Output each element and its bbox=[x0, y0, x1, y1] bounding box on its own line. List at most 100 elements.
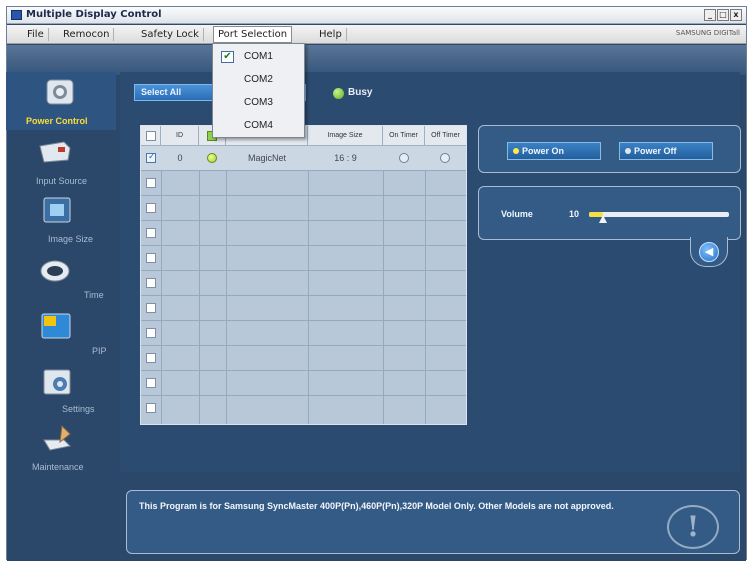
image-size-icon bbox=[43, 197, 71, 223]
off-timer-indicator bbox=[440, 153, 450, 163]
header-checkbox[interactable] bbox=[146, 131, 156, 141]
port-selection-menu: ✔ COM1 COM2 COM3 COM4 bbox=[212, 43, 305, 138]
sidebar: Power Control Input Source Image Size Ti… bbox=[6, 72, 116, 472]
header-on-timer: On Timer bbox=[383, 126, 425, 146]
power-on-button[interactable]: Power On bbox=[507, 142, 601, 160]
row-image-size: 16 : 9 bbox=[334, 153, 357, 163]
row-checkbox[interactable] bbox=[146, 278, 156, 288]
row-checkbox[interactable] bbox=[146, 303, 156, 313]
volume-slider[interactable] bbox=[589, 212, 729, 217]
busy-label: Busy bbox=[348, 87, 373, 98]
checked-icon: ✔ bbox=[221, 51, 234, 63]
power-off-button[interactable]: Power Off bbox=[619, 142, 713, 160]
time-icon bbox=[40, 260, 70, 282]
power-off-led-icon bbox=[625, 148, 631, 154]
port-option-com3[interactable]: COM3 bbox=[213, 92, 304, 114]
row-checkbox[interactable] bbox=[146, 328, 156, 338]
sidebar-item-settings[interactable]: Settings bbox=[6, 364, 116, 422]
sidebar-item-label: Image Size bbox=[48, 234, 94, 244]
sidebar-item-image-size[interactable]: Image Size bbox=[6, 192, 116, 250]
table-row[interactable] bbox=[141, 221, 466, 246]
menu-bar: File Remocon Safety Lock Port Selection … bbox=[7, 25, 746, 44]
port-option-com4[interactable]: COM4 bbox=[213, 115, 304, 137]
port-option-com2[interactable]: COM2 bbox=[213, 69, 304, 91]
table-row[interactable] bbox=[141, 246, 466, 271]
volume-panel: Volume 10 bbox=[478, 186, 741, 240]
close-button[interactable]: x bbox=[730, 9, 742, 21]
table-row[interactable] bbox=[141, 396, 466, 421]
sidebar-item-label: PIP bbox=[92, 346, 107, 356]
row-checkbox[interactable]: ✓ bbox=[146, 152, 156, 163]
info-icon: ! bbox=[667, 505, 719, 549]
row-checkbox[interactable] bbox=[146, 253, 156, 263]
compatibility-message: This Program is for Samsung SyncMaster 4… bbox=[139, 501, 614, 511]
row-checkbox[interactable] bbox=[146, 353, 156, 363]
pip-icon bbox=[41, 313, 71, 339]
row-checkbox[interactable] bbox=[146, 228, 156, 238]
port-option-com1[interactable]: ✔ COM1 bbox=[213, 46, 304, 68]
port-option-label: COM1 bbox=[244, 51, 273, 62]
on-timer-indicator bbox=[399, 153, 409, 163]
power-control-icon bbox=[46, 79, 74, 105]
volume-label: Volume bbox=[501, 209, 533, 219]
settings-icon bbox=[43, 369, 71, 395]
display-grid: ID Image Size On Timer Off Timer ✓ 0 Mag… bbox=[140, 125, 467, 425]
speaker-mute-icon[interactable]: ◀ bbox=[699, 242, 719, 262]
port-option-label: COM2 bbox=[244, 74, 273, 85]
online-status-icon bbox=[207, 153, 217, 163]
row-checkbox[interactable] bbox=[146, 378, 156, 388]
window-title: Multiple Display Control bbox=[26, 9, 162, 20]
minimize-button[interactable]: _ bbox=[704, 9, 716, 21]
power-on-led-icon bbox=[513, 148, 519, 154]
sidebar-item-label: Power Control bbox=[26, 116, 88, 126]
menu-safety-lock[interactable]: Safety Lock bbox=[137, 28, 204, 41]
table-row[interactable] bbox=[141, 321, 466, 346]
row-checkbox[interactable] bbox=[146, 403, 156, 413]
busy-indicator-icon bbox=[333, 88, 344, 99]
maintenance-icon bbox=[43, 424, 72, 451]
sidebar-item-input-source[interactable]: Input Source bbox=[6, 134, 116, 192]
sidebar-item-maintenance[interactable]: Maintenance bbox=[6, 422, 116, 480]
title-bar: Multiple Display Control _ □ x bbox=[7, 7, 746, 24]
sidebar-item-label: Settings bbox=[62, 404, 95, 414]
header-select-col[interactable] bbox=[141, 126, 161, 146]
sidebar-item-time[interactable]: Time bbox=[6, 252, 116, 310]
header-stripe bbox=[7, 45, 746, 75]
sidebar-item-pip[interactable]: PIP bbox=[6, 308, 116, 366]
power-on-label: Power On bbox=[522, 146, 565, 156]
port-option-label: COM3 bbox=[244, 97, 273, 108]
table-row[interactable] bbox=[141, 371, 466, 396]
table-row[interactable] bbox=[141, 271, 466, 296]
menu-help[interactable]: Help bbox=[315, 28, 347, 41]
table-row[interactable] bbox=[141, 296, 466, 321]
header-off-timer: Off Timer bbox=[431, 132, 460, 139]
port-option-label: COM4 bbox=[244, 120, 273, 131]
header-id: ID bbox=[161, 126, 199, 146]
sidebar-item-power-control[interactable]: Power Control bbox=[6, 72, 116, 130]
message-panel: This Program is for Samsung SyncMaster 4… bbox=[126, 490, 740, 554]
row-name: MagicNet bbox=[247, 153, 286, 163]
sidebar-item-label: Time bbox=[84, 290, 104, 300]
power-off-label: Power Off bbox=[634, 146, 677, 156]
sidebar-item-label: Maintenance bbox=[32, 462, 84, 472]
app-icon bbox=[11, 10, 22, 20]
checked-mark-icon: ✓ bbox=[148, 152, 156, 162]
menu-port-selection[interactable]: Port Selection bbox=[213, 26, 293, 43]
power-panel: Power On Power Off bbox=[478, 125, 741, 173]
volume-slider-thumb[interactable] bbox=[599, 215, 607, 223]
menu-file[interactable]: File bbox=[23, 28, 49, 41]
maximize-button[interactable]: □ bbox=[717, 9, 729, 21]
sidebar-item-label: Input Source bbox=[36, 176, 88, 186]
table-row[interactable] bbox=[141, 196, 466, 221]
brand-logo: SAMSUNG DIGITall bbox=[675, 29, 740, 37]
header-image-size: Image Size bbox=[308, 126, 383, 146]
input-source-icon bbox=[39, 141, 71, 163]
table-row[interactable] bbox=[141, 171, 466, 196]
row-checkbox[interactable] bbox=[146, 178, 156, 188]
table-row[interactable]: ✓ 0 MagicNet 16 : 9 bbox=[141, 146, 466, 171]
table-row[interactable] bbox=[141, 346, 466, 371]
row-checkbox[interactable] bbox=[146, 203, 156, 213]
menu-remocon[interactable]: Remocon bbox=[59, 28, 115, 41]
select-all-button[interactable]: Select All bbox=[134, 84, 214, 101]
volume-value: 10 bbox=[569, 209, 580, 219]
